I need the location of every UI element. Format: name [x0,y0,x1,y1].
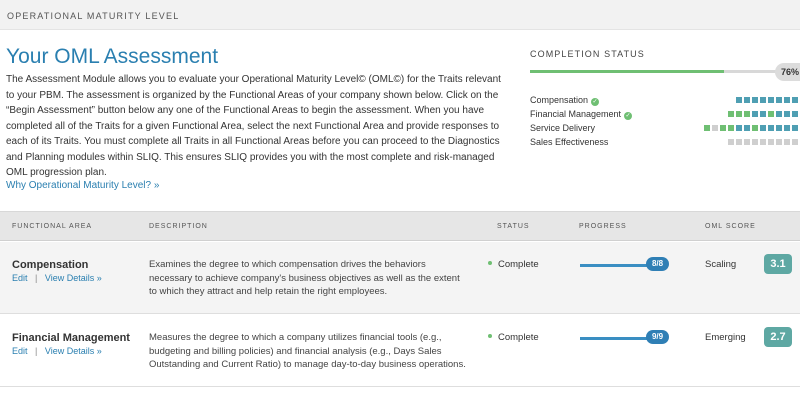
completion-percent-badge: 76% [775,63,800,81]
completion-square [728,139,734,145]
completion-square [768,111,774,117]
functional-area-name: Compensation [12,259,89,271]
completion-square [784,111,790,117]
oml-score-label: Scaling [705,259,737,270]
completion-square [752,139,758,145]
completion-square [752,125,758,131]
status-text: Complete [498,259,539,270]
check-icon: ✓ [591,98,600,106]
completion-square [744,139,750,145]
completion-row-service-delivery: Service Delivery [530,122,800,135]
column-header-oml-score: OML SCORE [705,223,756,230]
completion-square [720,125,726,131]
completion-square [752,111,758,117]
completion-area-label: Sales Effectiveness [530,137,609,147]
completion-square [784,97,790,103]
completion-square [760,139,766,145]
completion-square [704,125,710,131]
edit-link[interactable]: Edit [12,273,28,283]
completion-square [784,139,790,145]
column-header-functional-area: FUNCTIONAL AREA [12,223,93,230]
completion-square [776,97,782,103]
table-row: Compensation Edit | View Details » Exami… [0,242,800,314]
completion-square [752,97,758,103]
completion-square [792,125,798,131]
table-row: Financial Management Edit | View Details… [0,315,800,387]
row-actions: Edit | View Details » [12,346,102,356]
completion-row-sales-effectiveness: Sales Effectiveness [530,136,800,149]
oml-score-label: Emerging [705,332,746,343]
completion-square [728,125,734,131]
progress-badge: 8/8 [646,257,669,271]
completion-square [744,111,750,117]
completion-square [736,111,742,117]
page-title: Your OML Assessment [6,45,219,68]
link-separator: | [35,273,38,283]
completion-square [736,139,742,145]
completion-row-financial-management: Financial Management ✓ [530,108,800,121]
breadcrumb: OPERATIONAL MATURITY LEVEL [7,11,180,21]
completion-square [728,111,734,117]
completion-square [776,111,782,117]
completion-progress-track [530,70,785,73]
completion-square [712,125,718,131]
completion-area-label: Financial Management [530,109,622,119]
completion-square [784,125,790,131]
column-header-status: STATUS [497,223,530,230]
view-details-link[interactable]: View Details » [45,273,102,283]
completion-row-compensation: Compensation ✓ [530,94,800,107]
status-cell: Complete [488,259,539,270]
progress-badge: 9/9 [646,330,669,344]
completion-square [792,97,798,103]
functional-area-description: Measures the degree to which a company u… [149,332,466,370]
completion-area-label: Compensation [530,95,589,105]
column-header-progress: PROGRESS [579,223,627,230]
completion-square [792,111,798,117]
completion-square [736,125,742,131]
status-dot-icon [488,261,492,265]
completion-square [744,125,750,131]
check-icon: ✓ [624,112,633,120]
completion-square [776,125,782,131]
completion-square [768,125,774,131]
edit-link[interactable]: Edit [12,346,28,356]
completion-square [760,97,766,103]
completion-area-label: Service Delivery [530,123,596,133]
completion-square [736,97,742,103]
completion-progress-fill [530,70,724,73]
completion-square [792,139,798,145]
view-details-link[interactable]: View Details » [45,346,102,356]
table-header: FUNCTIONAL AREA DESCRIPTION STATUS PROGR… [0,211,800,241]
oml-score-badge: 2.7 [764,327,792,347]
status-dot-icon [488,334,492,338]
intro-text: The Assessment Module allows you to eval… [6,74,501,178]
completion-square [776,139,782,145]
completion-square [760,111,766,117]
oml-score-badge: 3.1 [764,254,792,274]
why-oml-link[interactable]: Why Operational Maturity Level? » [6,180,159,191]
completion-square [760,125,766,131]
completion-status-heading: COMPLETION STATUS [530,49,645,59]
top-bar: OPERATIONAL MATURITY LEVEL [0,0,800,30]
column-header-description: DESCRIPTION [149,223,208,230]
completion-square [768,97,774,103]
completion-square [768,139,774,145]
functional-area-description: Examines the degree to which compensatio… [149,259,460,297]
link-separator: | [35,346,38,356]
status-cell: Complete [488,332,539,343]
functional-area-name: Financial Management [12,332,130,344]
status-text: Complete [498,332,539,343]
row-actions: Edit | View Details » [12,273,102,283]
completion-square [744,97,750,103]
